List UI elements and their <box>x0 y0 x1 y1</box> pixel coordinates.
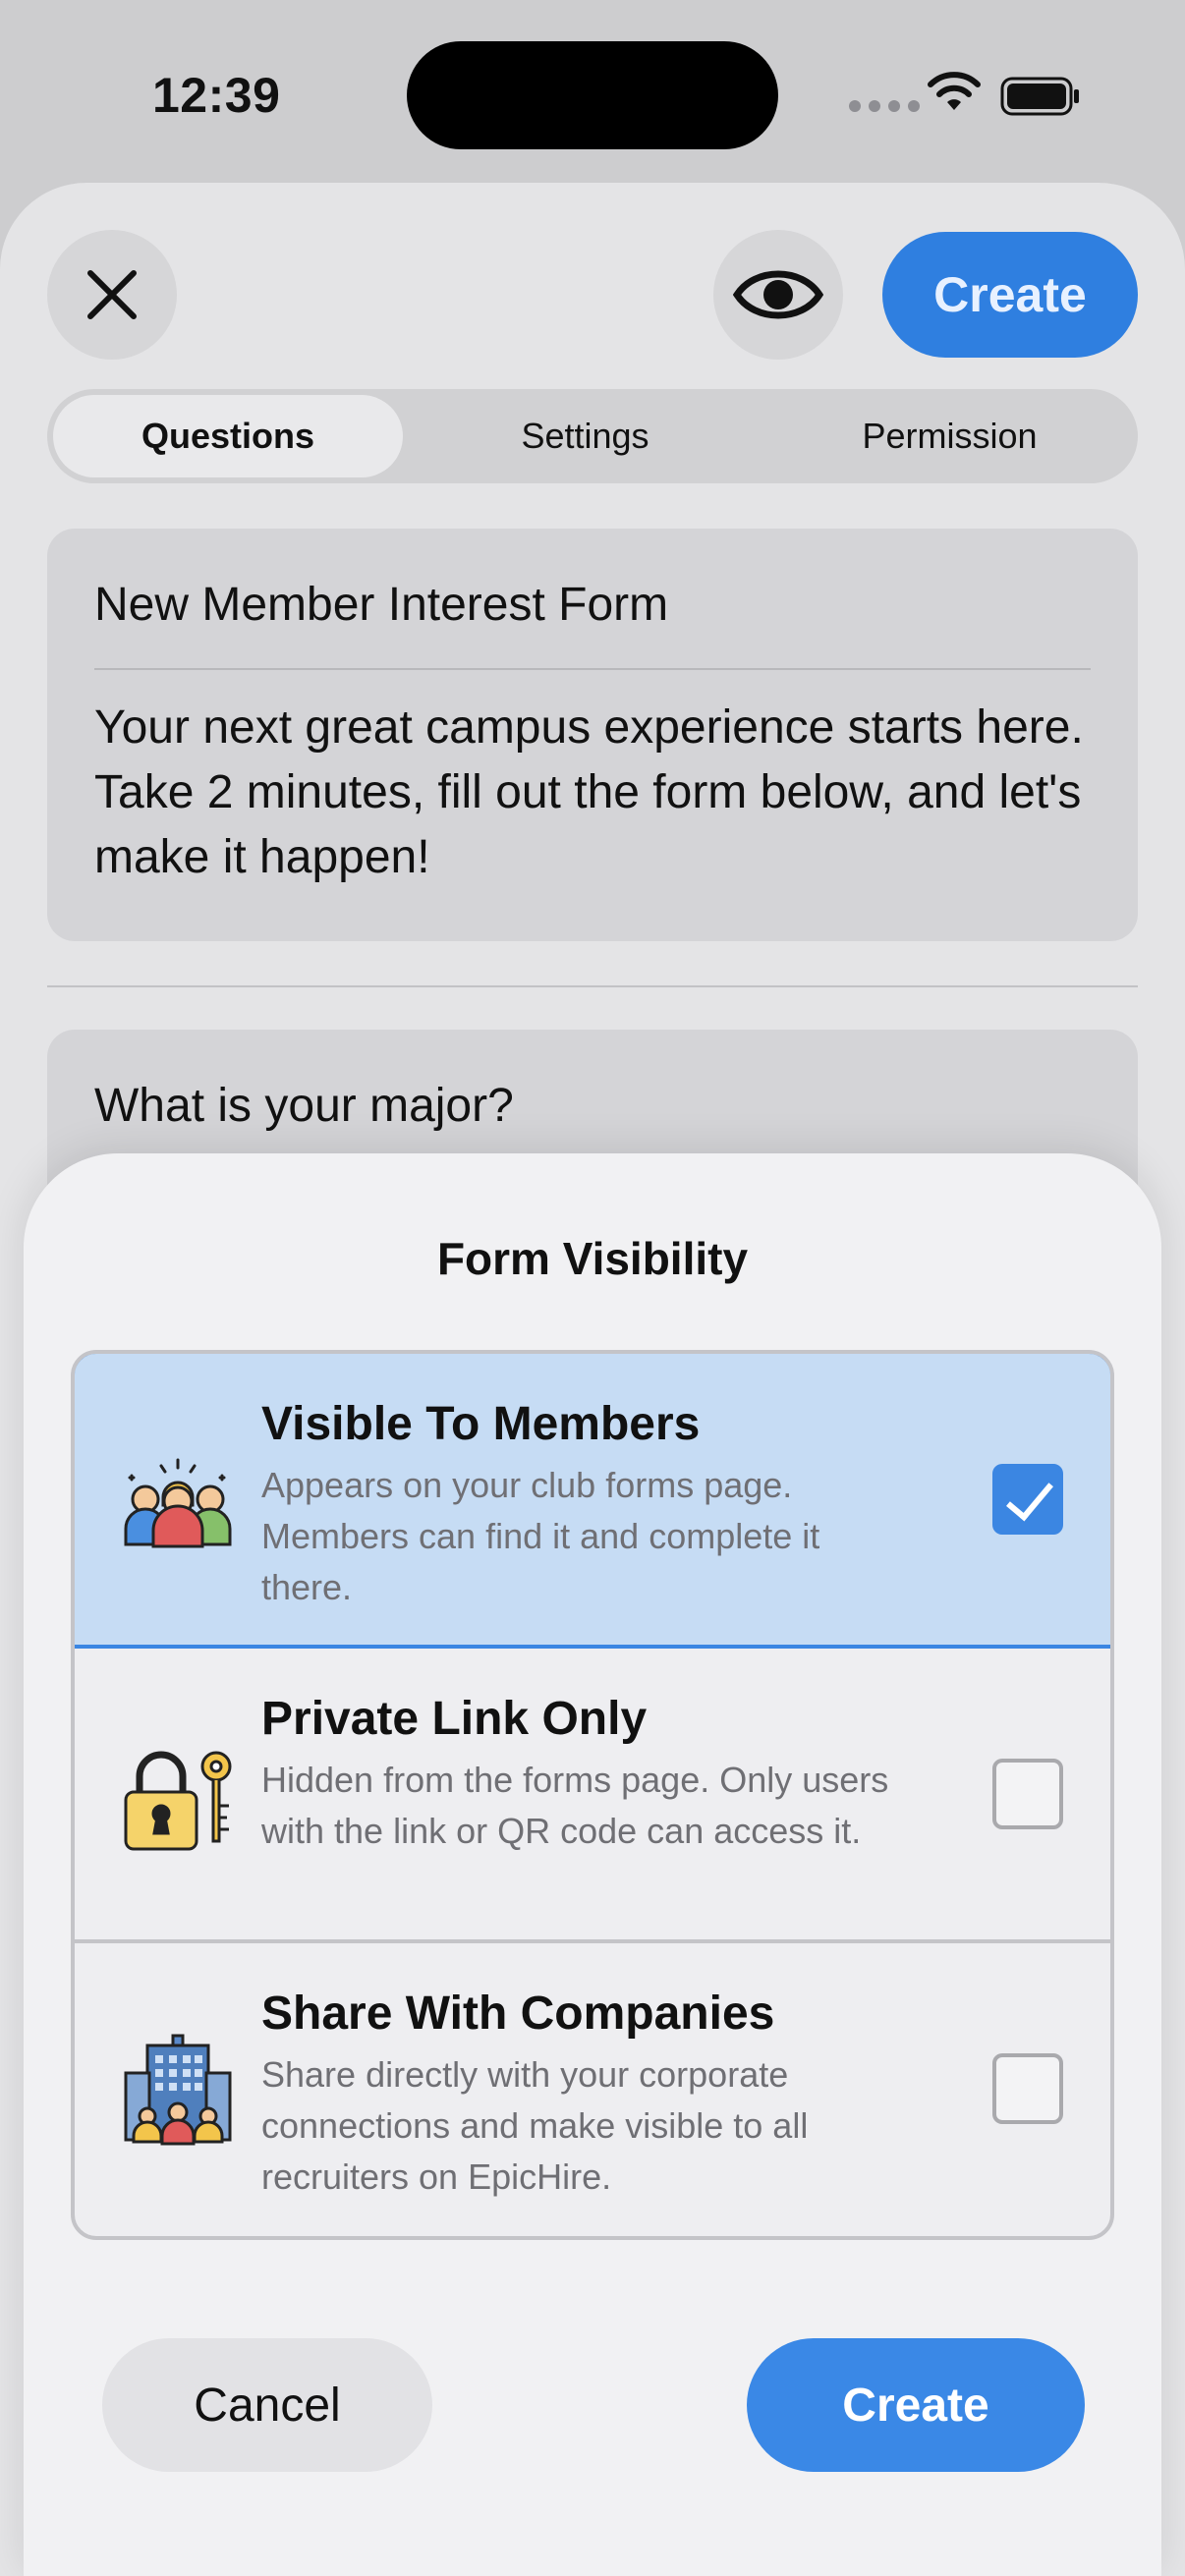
cellular-signal-icon <box>849 100 920 112</box>
tab-questions[interactable]: Questions <box>53 395 403 477</box>
wifi-icon <box>928 72 981 110</box>
battery-icon <box>1000 77 1079 116</box>
checkbox-unchecked[interactable] <box>992 2053 1063 2124</box>
form-header-card: New Member Interest Form Your next great… <box>47 529 1138 941</box>
checkbox-checked[interactable] <box>992 1464 1063 1535</box>
option-description: Hidden from the forms page. Only users w… <box>261 1760 889 1851</box>
dynamic-island <box>407 41 778 149</box>
create-button-top[interactable]: Create <box>882 232 1138 358</box>
option-title: Private Link Only <box>261 1693 648 1745</box>
form-description[interactable]: Your next great campus experience starts… <box>94 696 1097 890</box>
option-visible-to-members[interactable]: Visible To Members Appears on your club … <box>75 1354 1110 1649</box>
tab-settings[interactable]: Settings <box>403 395 767 477</box>
close-icon <box>87 270 137 319</box>
tab-permission[interactable]: Permission <box>767 395 1132 477</box>
option-title: Share With Companies <box>261 1988 775 2040</box>
status-time: 12:39 <box>152 68 281 123</box>
eye-icon <box>733 270 823 319</box>
building-people-icon <box>124 2034 232 2146</box>
form-title[interactable]: New Member Interest Form <box>94 578 668 632</box>
create-button[interactable]: Create <box>747 2338 1085 2472</box>
option-description: Share directly with your corporate conne… <box>261 2054 809 2197</box>
preview-button[interactable] <box>713 230 843 360</box>
option-share-with-companies[interactable]: Share With Companies Share directly with… <box>75 1943 1110 2236</box>
option-title: Visible To Members <box>261 1398 701 1450</box>
question-text[interactable]: What is your major? <box>94 1079 514 1133</box>
members-group-icon <box>124 1458 232 1548</box>
divider <box>94 668 1091 670</box>
option-description: Appears on your club forms page. Members… <box>261 1465 820 1607</box>
visibility-options: Visible To Members Appears on your club … <box>71 1350 1114 2240</box>
lock-key-icon <box>124 1751 232 1851</box>
close-button[interactable] <box>47 230 177 360</box>
sheet-title: Form Visibility <box>436 1233 749 1284</box>
checkbox-unchecked[interactable] <box>992 1759 1063 1829</box>
tab-bar: Questions Settings Permission <box>47 389 1138 483</box>
cancel-button[interactable]: Cancel <box>102 2338 432 2472</box>
option-private-link-only[interactable]: Private Link Only Hidden from the forms … <box>75 1649 1110 1943</box>
divider <box>47 985 1138 987</box>
form-visibility-sheet: Form Visibility Visible To Members Appea… <box>24 1153 1161 2576</box>
